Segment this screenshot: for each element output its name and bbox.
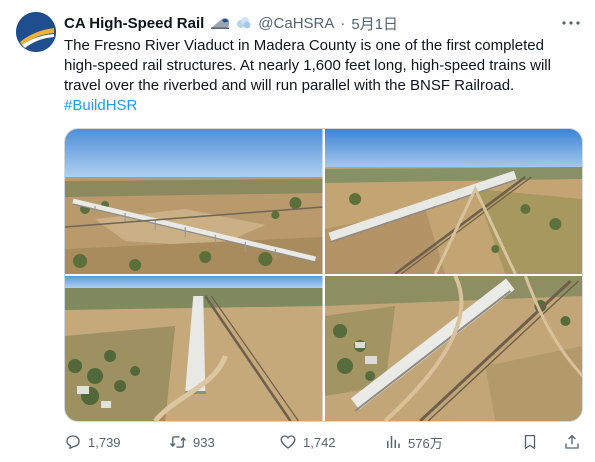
photo-3[interactable] xyxy=(65,276,323,421)
views-count: 576万 xyxy=(408,435,443,451)
train-emoji-icon xyxy=(210,16,230,30)
separator-dot: · xyxy=(340,14,346,32)
avatar[interactable] xyxy=(16,12,56,52)
more-options-button[interactable] xyxy=(561,14,581,32)
bookmark-button[interactable] xyxy=(521,433,539,451)
photo-2[interactable] xyxy=(324,129,582,274)
aerial-photo-viaduct-closeup xyxy=(324,276,582,421)
photo-1[interactable] xyxy=(65,129,323,274)
media-grid xyxy=(64,128,583,422)
repost-button[interactable]: 933 xyxy=(169,433,279,451)
tweet-actions: 1,739 933 1,742 576万 xyxy=(64,430,581,454)
bookmark-icon xyxy=(524,434,536,450)
photo-4[interactable] xyxy=(324,276,582,421)
dash-emoji-icon xyxy=(236,16,252,30)
tweet-body: The Fresno River Viaduct in Madera Count… xyxy=(64,37,551,94)
hashtag-link[interactable]: #BuildHSR xyxy=(64,96,579,116)
author-handle[interactable]: @CaHSRA xyxy=(258,15,334,32)
cahsr-logo-icon xyxy=(16,12,56,52)
heart-icon xyxy=(280,435,296,449)
aerial-photo-viaduct-overhead xyxy=(65,276,323,421)
like-button[interactable]: 1,742 xyxy=(279,433,384,451)
reply-icon xyxy=(66,435,80,450)
repost-icon xyxy=(169,436,187,448)
share-button[interactable] xyxy=(563,433,581,451)
like-count: 1,742 xyxy=(303,434,336,450)
reply-count: 1,739 xyxy=(88,434,121,450)
more-icon xyxy=(562,21,580,25)
author-name[interactable]: CA High-Speed Rail xyxy=(64,15,204,32)
aerial-photo-viaduct-long-view xyxy=(65,129,323,274)
aerial-photo-viaduct-diagonal xyxy=(324,129,582,274)
reply-button[interactable]: 1,739 xyxy=(64,433,169,451)
views-chart-icon xyxy=(387,436,400,448)
share-icon xyxy=(565,434,579,449)
tweet-date[interactable]: 5月1日 xyxy=(351,13,398,34)
tweet-text: The Fresno River Viaduct in Madera Count… xyxy=(64,36,579,116)
repost-count: 933 xyxy=(193,434,215,450)
tweet-header: CA High-Speed Rail @CaHSRA · 5月1日 xyxy=(64,12,581,34)
views-button[interactable]: 576万 xyxy=(384,433,489,452)
